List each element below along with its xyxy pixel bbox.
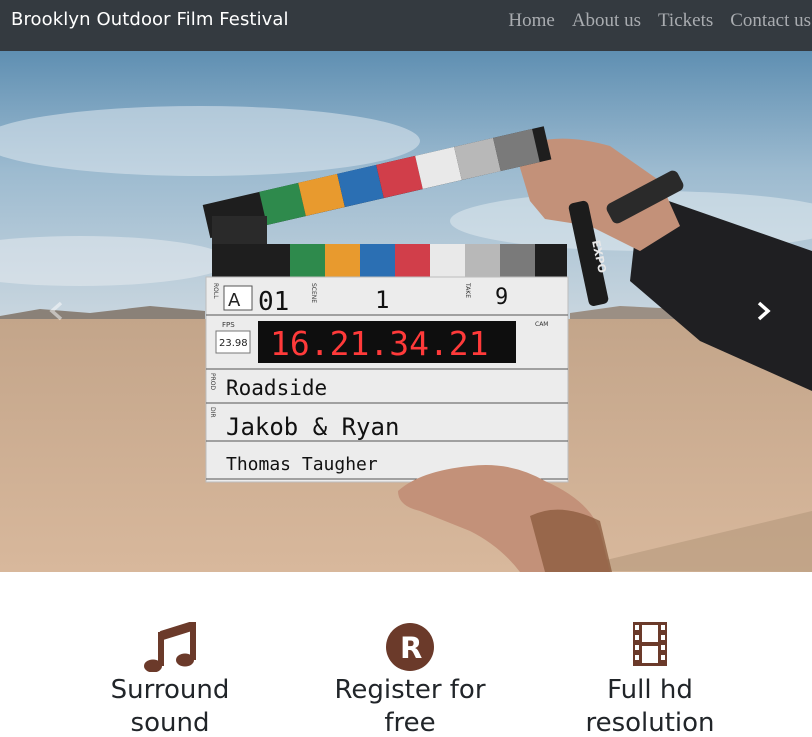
- svg-text:TAKE: TAKE: [464, 282, 471, 298]
- svg-text:PROD: PROD: [209, 373, 216, 391]
- svg-text:R: R: [400, 631, 422, 665]
- slate-fps: 23.98: [219, 338, 248, 349]
- feature-register-free: R Register for free: [290, 622, 530, 737]
- carousel-prev-button[interactable]: [36, 291, 76, 331]
- slate-camera: Thomas Taugher: [226, 454, 378, 475]
- slate-scene-number: 01: [258, 287, 289, 317]
- chevron-left-icon: [49, 301, 63, 321]
- feature-label: Full hd resolution: [585, 675, 715, 737]
- nav-link-contact[interactable]: Contact us: [730, 10, 811, 32]
- svg-text:SCENE: SCENE: [310, 283, 317, 303]
- feature-label: Surround sound: [110, 675, 230, 737]
- music-icon: [144, 622, 196, 672]
- slate-take: 9: [495, 285, 508, 310]
- svg-text:FPS: FPS: [222, 321, 235, 329]
- slate-timecode: 16.21.34.21: [270, 324, 489, 363]
- slate-director: Jakob & Ryan: [226, 413, 399, 441]
- features-section: Surround sound R Register for free Full …: [0, 572, 812, 737]
- film-icon: [633, 622, 667, 666]
- slate-prod: Roadside: [226, 376, 327, 400]
- chevron-right-icon: [757, 301, 771, 321]
- svg-text:ROLL: ROLL: [212, 283, 219, 299]
- hero-carousel: EXPO ROLL SCENE TAKE CAM PROD DIR A 01 1…: [0, 51, 812, 572]
- feature-label: Register for free: [334, 675, 486, 737]
- feature-full-hd: Full hd resolution: [530, 622, 770, 737]
- navbar: Brooklyn Outdoor Film Festival Home Abou…: [0, 0, 812, 51]
- brand-title[interactable]: Brooklyn Outdoor Film Festival: [11, 9, 289, 30]
- nav-links: Home About us Tickets Contact us: [491, 10, 811, 32]
- registered-icon: R: [386, 623, 434, 671]
- svg-text:CAM: CAM: [535, 321, 548, 328]
- nav-link-home[interactable]: Home: [508, 10, 554, 32]
- nav-link-about[interactable]: About us: [572, 10, 641, 32]
- carousel-next-button[interactable]: [744, 291, 784, 331]
- slate-scene: 1: [375, 286, 389, 314]
- svg-text:DIR: DIR: [209, 407, 216, 418]
- nav-link-tickets[interactable]: Tickets: [658, 10, 713, 32]
- feature-surround-sound: Surround sound: [50, 622, 290, 737]
- hero-image: EXPO ROLL SCENE TAKE CAM PROD DIR A 01 1…: [0, 51, 812, 572]
- slate-roll: A: [228, 290, 241, 311]
